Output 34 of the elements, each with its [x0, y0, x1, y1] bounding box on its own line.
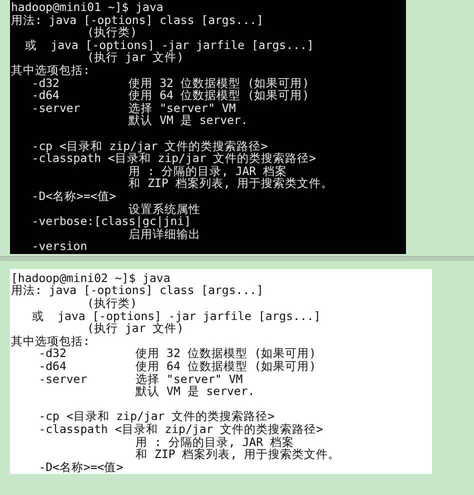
terminal-line: 其中选项包括: — [11, 334, 91, 348]
terminal-line: [hadoop@mini02 ~]$ java — [11, 272, 172, 284]
terminal-line: 或 java [-options] -jar jarfile [args...] — [24, 38, 315, 52]
terminal-line: -D<名称>=<值> — [38, 460, 124, 474]
terminal-line: 用法: java [-options] class [args...] — [11, 284, 264, 298]
terminal-line: 用法: java [-options] class [args...] — [11, 14, 264, 26]
terminal-line: -cp <目录和 zip/jar 文件的类搜索路径> — [38, 410, 276, 423]
terminal-line: -classpath <目录和 zip/jar 文件的类搜索路径> — [38, 423, 324, 436]
terminal-line: -classpath <目录和 zip/jar 文件的类搜索路径> — [30, 152, 318, 165]
terminal-line: 默认 VM 是 server. — [134, 385, 256, 398]
terminal-line: (执行 jar 文件) — [86, 51, 184, 64]
terminal-line: -d64 使用 64 位数据模型 (如果可用) — [30, 89, 310, 102]
terminal-line: hadoop@mini01 ~]$ java — [11, 1, 164, 14]
terminal-line: -d64 使用 64 位数据模型 (如果可用) — [38, 360, 318, 373]
terminal-line: 启用详细输出 — [128, 228, 202, 240]
terminal-line: 默认 VM 是 server. — [128, 114, 249, 127]
terminal-line: 用 : 分隔的目录, JAR 档案 — [128, 164, 288, 178]
terminal-line: -verbose:[class|gc|jni] — [30, 215, 192, 228]
terminal-line: -server 选择 "server" VM — [30, 102, 237, 114]
terminal-line: -d32 使用 32 位数据模型 (如果可用) — [38, 347, 318, 360]
terminal-line: (执行类) — [87, 297, 138, 310]
terminal-line: 和 ZIP 档案列表, 用于搜索类文件。 — [134, 448, 342, 461]
terminal-line: -D<名称>=<值> — [30, 190, 118, 202]
terminal-line: (执行类) — [87, 26, 138, 39]
terminal-line: -server 选择 "server" VM — [38, 372, 244, 386]
terminal-line: 设置系统属性 — [128, 202, 202, 216]
terminal-line: 或 java [-options] -jar jarfile [args...] — [30, 310, 322, 322]
terminal-line: (执行 jar 文件) — [86, 322, 184, 335]
terminal-line: 和 ZIP 档案列表, 用于搜索类文件。 — [128, 177, 334, 190]
terminal-line: -cp <目录和 zip/jar 文件的类搜索路径> — [30, 140, 268, 152]
terminal-line: -version — [30, 240, 88, 253]
terminal-line: 其中选项包括: — [11, 64, 91, 77]
terminal-line: -d32 使用 32 位数据模型 (如果可用) — [30, 76, 310, 90]
terminal-line: 用 : 分隔的目录, JAR 档案 — [134, 436, 294, 448]
